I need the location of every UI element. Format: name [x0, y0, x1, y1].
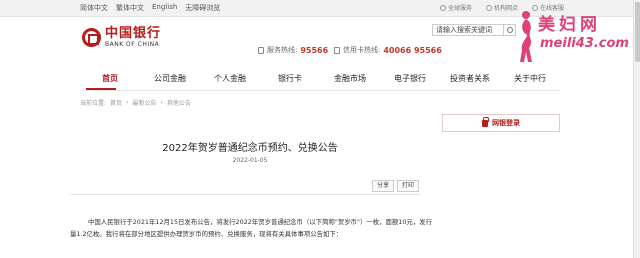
print-button[interactable]: 打印 [397, 180, 419, 192]
globe-icon [440, 4, 446, 11]
article-tools: 分享 打印 [372, 180, 419, 192]
nav-active-indicator [86, 88, 116, 90]
breadcrumb-separator: › [126, 99, 129, 106]
breadcrumb-prefix: 当前位置: [80, 100, 107, 107]
lock-icon [482, 116, 489, 127]
bank-logo[interactable]: 中国银行 BANK OF CHINA [82, 27, 161, 48]
lang-traditional[interactable]: 繁体中文 [116, 3, 144, 13]
service-hotline: 服务热线: 95566 [258, 45, 328, 55]
breadcrumb-home[interactable]: 首页 [110, 98, 122, 107]
nav-cards[interactable]: 银行卡 [260, 68, 320, 90]
lang-simplified[interactable]: 简体中文 [80, 3, 108, 13]
article-paragraph: 中国人民银行于2021年12月15日发布公告，将发行2022年贺岁普通纪念币（以… [70, 218, 432, 238]
nav-home[interactable]: 首页 [80, 68, 140, 90]
article-date: 2022-01-05 [232, 157, 268, 164]
nav-divider [80, 90, 560, 91]
service-hotline-number: 95566 [300, 45, 329, 55]
location-icon [486, 4, 493, 11]
breadcrumb-separator: › [160, 99, 163, 106]
boc-logo-icon [82, 28, 101, 47]
global-service-label: 全球服务 [448, 5, 473, 12]
card-hotline: 信用卡热线: 40066 95566 [334, 45, 442, 55]
article-divider [70, 194, 420, 195]
scrollbar[interactable] [633, 0, 640, 258]
nav-about[interactable]: 关于中行 [500, 68, 560, 90]
share-button[interactable]: 分享 [372, 180, 394, 192]
nav-personal[interactable]: 个人金融 [200, 68, 260, 90]
watermark-cn: 美妇网 [538, 15, 601, 35]
phone-icon [334, 46, 340, 54]
scrollbar-thumb[interactable] [635, 2, 640, 62]
service-hotline-label: 服务热线: [267, 46, 298, 54]
card-hotline-number: 40066 95566 [383, 45, 442, 55]
lang-english[interactable]: English [152, 3, 177, 13]
accessibility-link[interactable]: 无障碍浏览 [185, 3, 220, 13]
breadcrumb-other[interactable]: 其他公告 [167, 98, 191, 107]
nav-investor[interactable]: 投资者关系 [440, 68, 500, 90]
language-links: 简体中文 繁体中文 English 无障碍浏览 [80, 3, 220, 13]
card-hotline-label: 信用卡热线: [343, 46, 381, 54]
woman-silhouette-icon [520, 11, 532, 62]
main-nav: 首页 公司金融 个人金融 银行卡 金融市场 电子银行 投资者关系 关于中行 [80, 68, 560, 90]
watermark-url: meili43.com [540, 36, 629, 51]
nav-markets[interactable]: 金融市场 [320, 68, 380, 90]
breadcrumb-notices[interactable]: 最新公告 [132, 98, 156, 107]
online-banking-login-button[interactable]: 网银登录 [442, 114, 560, 132]
nav-corporate[interactable]: 公司金融 [140, 68, 200, 90]
article-title: 2022年贺岁普通纪念币预约、兑换公告 [162, 143, 338, 154]
global-service-link[interactable]: 全球服务 [440, 3, 472, 12]
search-input[interactable]: 请输入搜索关键词 [432, 24, 504, 36]
watermark: 美妇网 meili43.com [510, 6, 630, 64]
logo-cn: 中国银行 [105, 26, 162, 41]
breadcrumb: 当前位置: 首页 › 最新公告 › 其他公告 [80, 98, 191, 107]
logo-en: BANK OF CHINA [105, 41, 160, 48]
login-label: 网银登录 [492, 119, 520, 127]
phone-icon [258, 46, 264, 54]
nav-ebanking[interactable]: 电子银行 [380, 68, 440, 90]
